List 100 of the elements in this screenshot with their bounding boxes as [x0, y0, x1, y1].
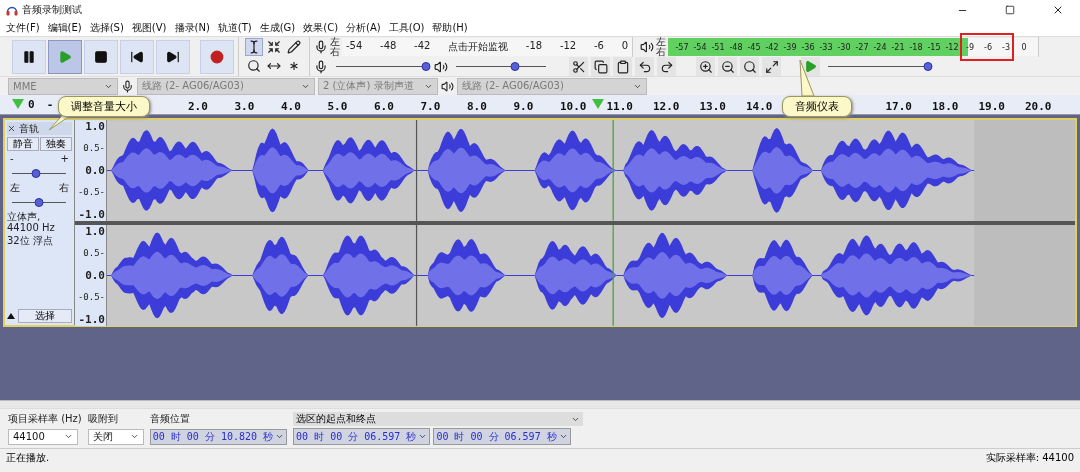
meter-tick: -24: [872, 42, 888, 52]
copy-icon: [593, 59, 608, 74]
undo-button[interactable]: [635, 57, 654, 76]
meter-tick: 0: [621, 40, 628, 53]
ruler-label: 19.0: [978, 100, 1005, 113]
amplitude-label: 1.0: [85, 224, 105, 238]
scissors-icon: [571, 59, 586, 74]
meter-tick: -48: [728, 42, 744, 52]
clipboard-icon: [615, 59, 630, 74]
audio-position-field[interactable]: 00 时 00 分 10.820 秒: [149, 428, 288, 445]
horizontal-scrollbar[interactable]: [0, 400, 1080, 408]
amplitude-label: 0.0: [85, 163, 105, 177]
paste-button[interactable]: [613, 57, 632, 76]
recording-meter[interactable]: -54 -48 -42 点击开始监视 -18 -12 -6 0: [342, 38, 632, 56]
microphone-icon: [314, 40, 328, 54]
slider-thumb[interactable]: [34, 197, 44, 207]
selection-mode-dropdown[interactable]: 选区的起点和终点: [293, 412, 584, 426]
expand-icon: [764, 59, 779, 74]
menu-item[interactable]: 生成(G): [255, 21, 300, 35]
record-button[interactable]: [200, 39, 234, 74]
meter-tick: -54: [346, 40, 363, 53]
skip-back-icon: [130, 49, 144, 64]
mute-button[interactable]: 静音: [7, 137, 39, 151]
menu-item[interactable]: 工具(O): [384, 21, 429, 35]
fit-project-button[interactable]: [762, 57, 781, 76]
menu-item[interactable]: 效果(C): [299, 21, 343, 35]
menu-item[interactable]: 帮助(H): [428, 21, 472, 35]
close-icon: [7, 124, 16, 133]
skip-forward-icon: [166, 49, 180, 64]
meter-tick: -42: [414, 40, 431, 53]
speaker-icon: [640, 40, 654, 54]
meter-tick: -21: [890, 42, 906, 52]
selection-end-field[interactable]: 00 时 00 分 06.597 秒: [433, 428, 571, 445]
meter-tick: -48: [380, 40, 397, 53]
meter-tick: -3: [1001, 42, 1011, 52]
menu-item[interactable]: 播录(N): [170, 21, 214, 35]
solo-button[interactable]: 独奏: [40, 137, 72, 151]
collapse-triangle-icon[interactable]: [7, 313, 15, 319]
ruler-label: 13.0: [699, 100, 726, 113]
audio-track[interactable]: 音轨 静音 独奏 - + 左 右 立体声, 44100 Hz 32位 浮点 选择 1.0 0.5- 0.0 -0.5- -1.0 1.0 0.5- 0.0 -0.5- -1.0: [3, 118, 1077, 327]
slider-thumb[interactable]: [923, 62, 933, 71]
menu-item[interactable]: 视图(V): [127, 21, 171, 35]
pause-icon: [22, 49, 36, 64]
selection-start-field[interactable]: 00 时 00 分 06.597 秒: [293, 428, 431, 445]
ruler-label: 17.0: [885, 100, 912, 113]
ruler-label: 7.0: [420, 100, 441, 113]
select-button[interactable]: 选择: [18, 309, 72, 323]
meter-tick: -18: [525, 40, 543, 53]
speaker-icon: [441, 79, 454, 93]
menu-item[interactable]: 分析(A): [342, 21, 385, 35]
menu-item[interactable]: 文件(F): [2, 21, 44, 35]
sample-rate-dropdown[interactable]: 44100: [8, 428, 78, 445]
ruler-label: 12.0: [653, 100, 680, 113]
meter-tick: -57: [674, 42, 690, 52]
amplitude-label: -1.0: [78, 207, 105, 221]
ruler-label: 10.0: [560, 100, 587, 113]
ruler-label: 5.0: [327, 100, 348, 113]
selection-tool-button[interactable]: [245, 38, 263, 56]
pause-button[interactable]: [12, 39, 46, 74]
menu-item[interactable]: 编辑(E): [43, 21, 86, 35]
stop-button[interactable]: [84, 39, 118, 74]
pan-right-label: 右: [59, 182, 69, 193]
meter-tick: -6: [593, 40, 604, 53]
status-text: 正在播放.: [6, 451, 50, 465]
meter-tick: -54: [692, 42, 708, 52]
zoom-tool-button[interactable]: [245, 57, 263, 75]
menu-item[interactable]: 轨道(T): [213, 21, 256, 35]
slider-thumb[interactable]: [510, 62, 519, 71]
skip-to-end-button[interactable]: [156, 39, 190, 74]
waveform-drawing[interactable]: [107, 120, 1075, 221]
skip-to-start-button[interactable]: [120, 39, 154, 74]
draw-tool-button[interactable]: [285, 38, 303, 56]
left-channel-label: 左: [656, 37, 666, 47]
copy-button[interactable]: [591, 57, 610, 76]
meter-tick: -36: [800, 42, 816, 52]
waveform-drawing[interactable]: [107, 224, 1075, 326]
gain-minus-label: -: [10, 153, 14, 164]
play-icon: [804, 60, 817, 73]
fit-selection-button[interactable]: [740, 57, 759, 76]
zoom-in-button[interactable]: [696, 57, 715, 76]
zoom-out-button[interactable]: [718, 57, 737, 76]
pencil-icon: [287, 40, 301, 54]
ruler-label: 6.0: [374, 100, 394, 113]
right-channel-label: 右: [656, 47, 666, 57]
record-icon: [210, 49, 224, 64]
meter-tick: -15: [926, 42, 942, 52]
amplitude-label: -0.5-: [77, 292, 105, 303]
slider-thumb[interactable]: [31, 168, 41, 178]
stop-icon: [94, 49, 108, 64]
meter-tick: -45: [746, 42, 762, 52]
speaker-icon: [434, 59, 448, 74]
slider-thumb[interactable]: [421, 62, 431, 71]
ruler-label: 14.0: [746, 100, 773, 113]
menu-item[interactable]: 选择(S): [85, 21, 128, 35]
ruler-label: 18.0: [932, 100, 959, 113]
cut-button[interactable]: [569, 57, 588, 76]
snap-dropdown[interactable]: 关闭: [87, 428, 144, 445]
redo-button[interactable]: [657, 57, 676, 76]
meter-tick: -12: [944, 42, 960, 52]
search-icon: [247, 59, 261, 73]
